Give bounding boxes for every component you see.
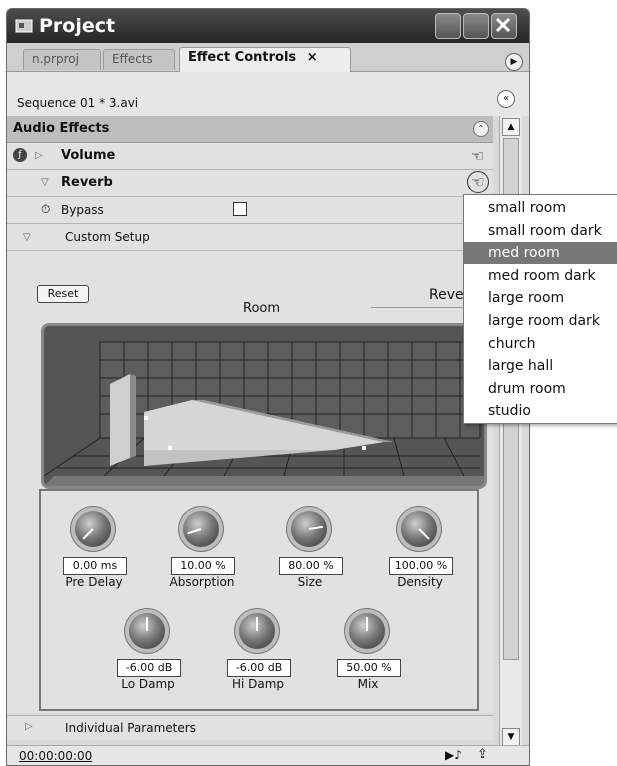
reverb-label: Reverb: [61, 175, 113, 190]
scroll-up-button[interactable]: ▲: [502, 118, 520, 136]
mix-knob[interactable]: [349, 613, 385, 649]
dropdown-option[interactable]: large room: [464, 287, 617, 309]
timecode[interactable]: 00:00:00:00: [19, 749, 92, 763]
bypass-row: ⏱ Bypass: [7, 197, 493, 224]
dropdown-option[interactable]: large hall: [464, 355, 617, 377]
custom-setup-row[interactable]: ▽ Custom Setup: [7, 224, 493, 251]
scroll-down-button[interactable]: ▼: [502, 728, 520, 746]
project-app-icon: [15, 19, 33, 33]
minimize-button[interactable]: [435, 13, 461, 39]
collapse-all-button[interactable]: «: [497, 90, 515, 108]
bypass-checkbox[interactable]: [233, 202, 247, 216]
dropdown-option[interactable]: med room dark: [464, 265, 617, 287]
expand-triangle-icon[interactable]: ▷: [35, 150, 43, 161]
play-audio-icon[interactable]: ▶♪: [445, 748, 462, 762]
panel-menu-button[interactable]: ▶: [505, 53, 523, 71]
lo-damp-label: Lo Damp: [121, 677, 175, 691]
export-icon[interactable]: ⇪: [477, 747, 488, 762]
density-label: Density: [397, 575, 443, 589]
tab-label: Effects: [112, 52, 153, 66]
absorption-value[interactable]: 10.00 %: [171, 557, 235, 575]
sequence-label: Sequence 01 * 3.avi: [17, 96, 139, 110]
close-icon: [495, 17, 511, 33]
lo-damp-knob[interactable]: [129, 613, 165, 649]
absorption-knob[interactable]: [183, 511, 219, 547]
custom-setup-label: Custom Setup: [65, 230, 150, 244]
individual-parameters-row[interactable]: ▷ Individual Parameters: [7, 715, 493, 740]
divider: [371, 307, 471, 308]
density-knob[interactable]: [401, 511, 437, 547]
dropdown-option[interactable]: drum room: [464, 378, 617, 400]
lo-damp-value[interactable]: -6.00 dB: [117, 659, 181, 677]
fx-toggle-icon[interactable]: ƒ: [13, 148, 27, 162]
collapse-triangle-icon[interactable]: ▽: [23, 232, 31, 243]
size-label: Size: [297, 575, 323, 589]
knob-panel: 0.00 ms Pre Delay 10.00 % Absorption 80.…: [39, 489, 479, 711]
pre-delay-knob[interactable]: [75, 511, 111, 547]
reverb-preset-text: Reve: [429, 287, 464, 303]
tab-effect-controls[interactable]: Effect Controls ×: [179, 47, 351, 72]
room-display: [41, 323, 487, 489]
audio-effects-toggle-button[interactable]: ⌃: [473, 121, 489, 137]
reset-hand-icon[interactable]: ☜: [467, 171, 489, 193]
title-bar[interactable]: Project: [7, 9, 529, 43]
absorption-label: Absorption: [169, 575, 235, 589]
close-button[interactable]: [491, 13, 517, 39]
size-value[interactable]: 80.00 %: [279, 557, 343, 575]
tab-effects[interactable]: Effects: [103, 49, 175, 70]
expand-triangle-icon[interactable]: ▷: [25, 721, 33, 732]
status-bar: 00:00:00:00 ▶♪ ⇪: [7, 745, 529, 765]
collapse-triangle-icon[interactable]: ▽: [41, 177, 49, 188]
dropdown-option[interactable]: church: [464, 333, 617, 355]
stopwatch-icon[interactable]: ⏱: [41, 202, 50, 217]
maximize-button[interactable]: [463, 13, 489, 39]
hi-damp-value[interactable]: -6.00 dB: [227, 659, 291, 677]
tab-bar: n.prproj Effects Effect Controls × ▶: [7, 43, 529, 72]
hi-damp-label: Hi Damp: [231, 677, 285, 691]
bypass-label: Bypass: [61, 203, 104, 217]
dropdown-option[interactable]: studio: [464, 400, 617, 422]
custom-setup-panel: Reset Room Reve 0.00 ms Pre Delay 10.00 …: [7, 251, 493, 713]
mix-value[interactable]: 50.00 %: [337, 659, 401, 677]
mix-label: Mix: [357, 677, 379, 691]
tab-label: Effect Controls: [188, 50, 297, 65]
tab-project[interactable]: n.prproj: [23, 49, 101, 70]
size-knob[interactable]: [291, 511, 327, 547]
pre-delay-label: Pre Delay: [65, 575, 123, 589]
dropdown-option[interactable]: small room dark: [464, 220, 617, 242]
reset-hand-icon[interactable]: ☜: [471, 147, 484, 165]
room-visualization: [44, 326, 484, 486]
pre-delay-value[interactable]: 0.00 ms: [63, 557, 127, 575]
volume-label: Volume: [61, 148, 116, 163]
reverb-effect-row[interactable]: ▽ Reverb ☜: [7, 170, 493, 197]
audio-effects-header: Audio Effects ⌃: [7, 116, 493, 143]
individual-parameters-label: Individual Parameters: [65, 721, 196, 735]
room-label: Room: [243, 301, 281, 316]
reverb-preset-dropdown[interactable]: small room small room dark med room med roo…: [463, 194, 617, 424]
dropdown-option[interactable]: large room dark: [464, 310, 617, 332]
hi-damp-knob[interactable]: [239, 613, 275, 649]
audio-effects-label: Audio Effects: [13, 121, 110, 136]
volume-effect-row[interactable]: ƒ ▷ Volume ☜: [7, 143, 493, 170]
density-value[interactable]: 100.00 %: [389, 557, 453, 575]
tab-close-icon[interactable]: ×: [307, 50, 318, 65]
sequence-bar: Sequence 01 * 3.avi «: [7, 72, 529, 116]
project-window: Project n.prproj Effects Effect Controls…: [6, 8, 530, 766]
window-title: Project: [39, 15, 116, 37]
tab-label: n.prproj: [32, 52, 79, 66]
dropdown-option[interactable]: small room: [464, 197, 617, 219]
reset-button[interactable]: Reset: [37, 285, 89, 303]
dropdown-option[interactable]: med room: [464, 242, 617, 265]
